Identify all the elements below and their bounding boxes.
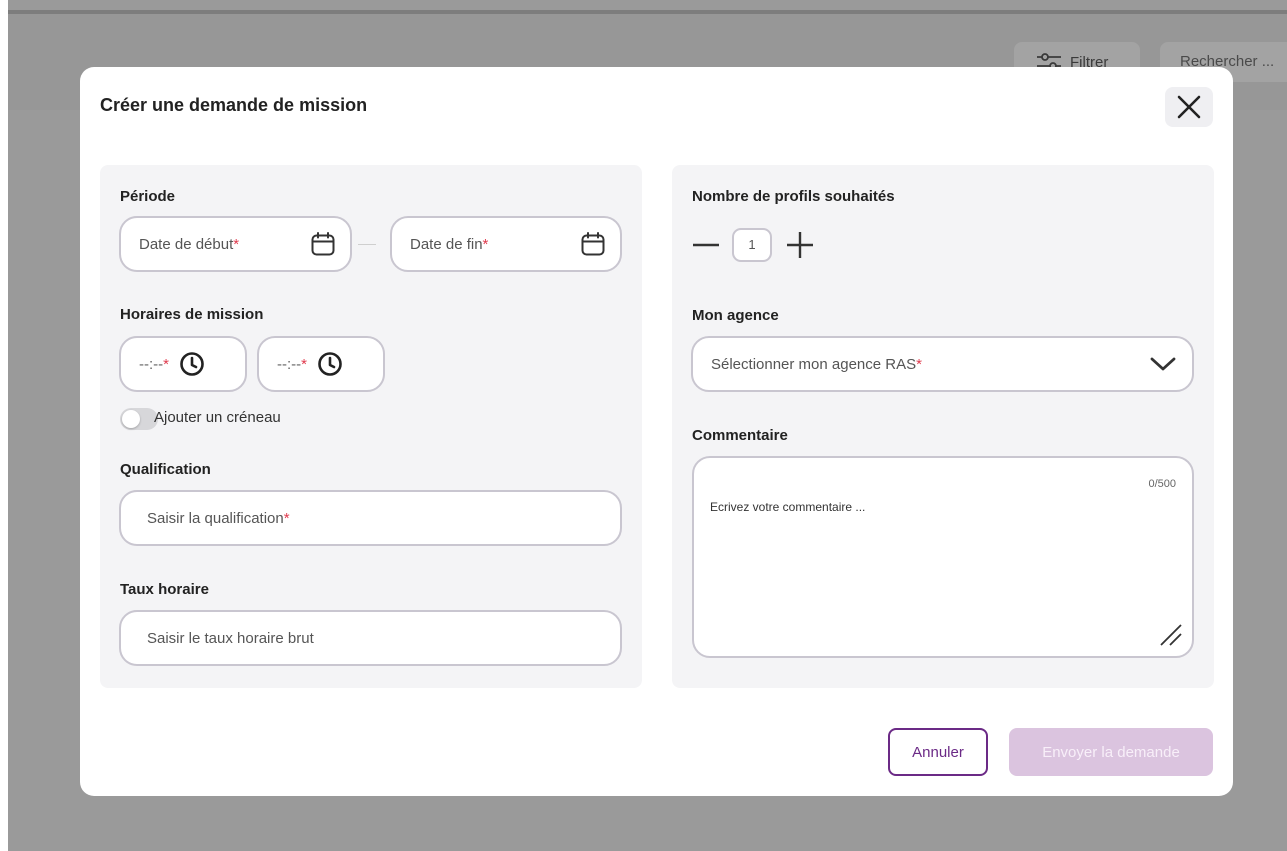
qualification-label: Qualification (120, 461, 211, 478)
minus-icon[interactable] (690, 229, 722, 261)
right-form-panel: Nombre de profils souhaités 1 Mon agence… (672, 165, 1214, 688)
end-date-field[interactable]: Date de fin* (390, 216, 622, 272)
close-button[interactable] (1165, 87, 1213, 127)
taux-horaire-input[interactable]: Saisir le taux horaire brut (119, 610, 622, 666)
left-form-panel: Période Date de début* Date de fin* Hora… (100, 165, 642, 688)
clock-icon (318, 352, 342, 376)
horaires-label: Horaires de mission (120, 306, 264, 323)
end-time-placeholder: --:--* (277, 355, 307, 373)
profils-label: Nombre de profils souhaités (692, 188, 895, 205)
start-date-field[interactable]: Date de début* (119, 216, 352, 272)
clock-icon (180, 352, 204, 376)
qualification-placeholder: Saisir la qualification* (147, 509, 290, 527)
toggle-knob (122, 410, 140, 428)
taux-horaire-label: Taux horaire (120, 581, 209, 598)
commentaire-placeholder: Ecrivez votre commentaire ... (710, 500, 866, 514)
plus-icon[interactable] (784, 229, 816, 261)
start-time-placeholder: --:--* (139, 355, 169, 373)
calendar-icon (581, 232, 605, 256)
add-slot-toggle[interactable] (120, 408, 158, 430)
char-counter: 0/500 (1148, 478, 1176, 490)
end-time-field[interactable]: --:--* (257, 336, 385, 392)
commentaire-label: Commentaire (692, 427, 788, 444)
taux-horaire-placeholder: Saisir le taux horaire brut (147, 629, 314, 647)
qualification-input[interactable]: Saisir la qualification* (119, 490, 622, 546)
chevron-down-icon (1150, 357, 1176, 371)
agence-placeholder: Sélectionner mon agence RAS* (711, 355, 922, 373)
page-left-edge (0, 0, 8, 851)
profils-count[interactable]: 1 (732, 228, 772, 262)
cancel-button[interactable]: Annuler (888, 728, 988, 776)
resize-handle-icon[interactable] (1158, 622, 1184, 648)
start-date-placeholder: Date de début* (139, 235, 240, 253)
periode-label: Période (120, 188, 176, 205)
start-time-field[interactable]: --:--* (119, 336, 247, 392)
close-icon (1177, 95, 1201, 119)
agence-select[interactable]: Sélectionner mon agence RAS* (691, 336, 1194, 392)
commentaire-textarea[interactable]: 0/500 Ecrivez votre commentaire ... (692, 456, 1194, 658)
submit-button[interactable]: Envoyer la demande (1009, 728, 1213, 776)
add-slot-label: Ajouter un créneau (154, 409, 281, 426)
date-range-separator (358, 244, 376, 245)
end-date-placeholder: Date de fin* (410, 235, 489, 253)
modal-title: Créer une demande de mission (100, 95, 368, 115)
create-mission-modal: Créer une demande de mission Période Dat… (80, 67, 1233, 796)
agence-label: Mon agence (692, 307, 779, 324)
calendar-icon (311, 232, 335, 256)
